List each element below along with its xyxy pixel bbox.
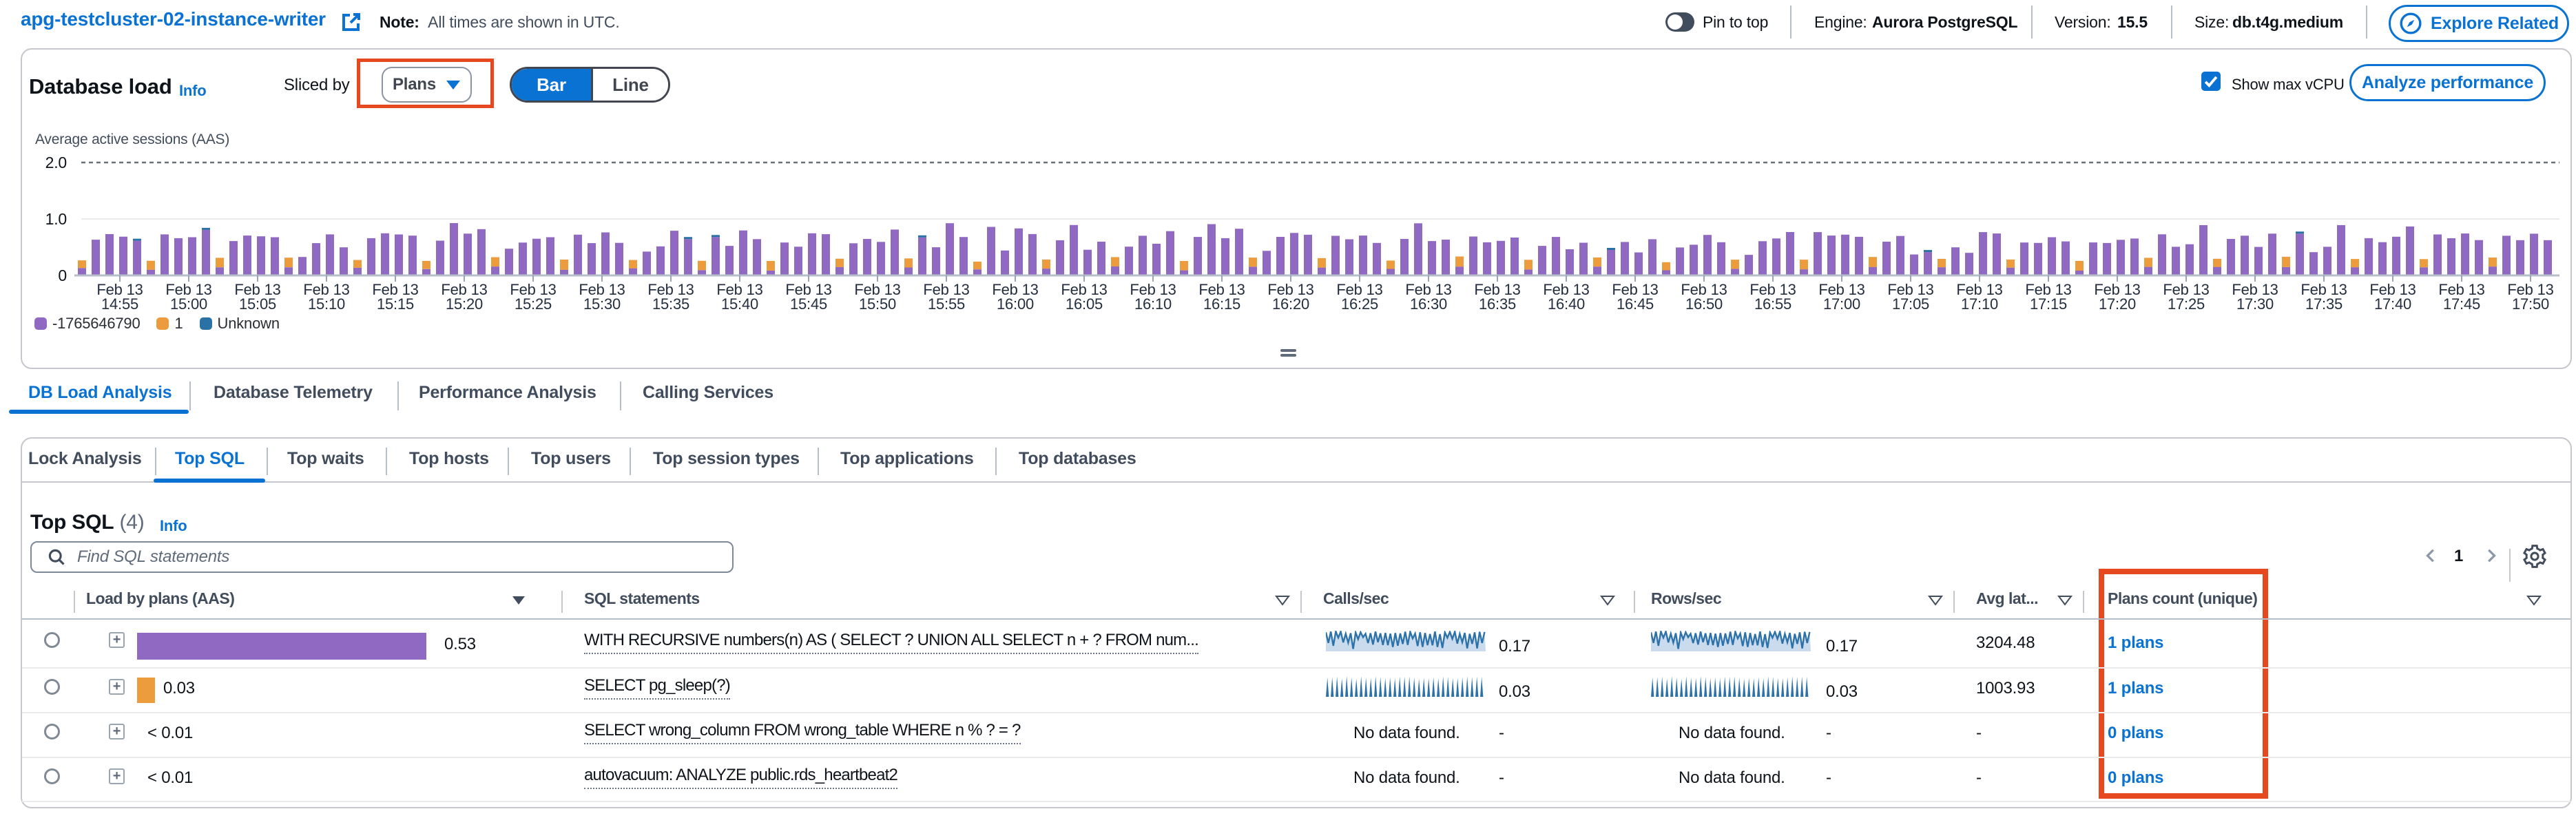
svg-text:17:30: 17:30 (2236, 295, 2274, 313)
svg-text:15:05: 15:05 (239, 295, 276, 313)
svg-text:16:45: 16:45 (1617, 295, 1654, 313)
svg-text:17:10: 17:10 (1961, 295, 1998, 313)
svg-text:17:45: 17:45 (2443, 295, 2480, 313)
svg-text:17:05: 17:05 (1892, 295, 1929, 313)
svg-text:16:20: 16:20 (1272, 295, 1309, 313)
svg-text:17:15: 17:15 (2030, 295, 2067, 313)
svg-text:17:35: 17:35 (2305, 295, 2343, 313)
svg-text:16:55: 16:55 (1754, 295, 1791, 313)
svg-text:16:50: 16:50 (1685, 295, 1723, 313)
svg-text:15:15: 15:15 (377, 295, 414, 313)
svg-text:16:05: 16:05 (1066, 295, 1103, 313)
svg-text:16:40: 16:40 (1548, 295, 1585, 313)
svg-text:15:00: 15:00 (170, 295, 207, 313)
svg-text:17:25: 17:25 (2168, 295, 2205, 313)
svg-text:15:35: 15:35 (652, 295, 689, 313)
svg-text:17:20: 17:20 (2099, 295, 2136, 313)
svg-text:1.0: 1.0 (45, 210, 67, 228)
svg-text:16:25: 16:25 (1341, 295, 1378, 313)
svg-text:16:15: 16:15 (1203, 295, 1240, 313)
svg-text:2.0: 2.0 (45, 154, 67, 171)
svg-text:0: 0 (58, 266, 67, 284)
svg-text:15:45: 15:45 (790, 295, 827, 313)
svg-text:14:55: 14:55 (101, 295, 138, 313)
svg-text:17:00: 17:00 (1823, 295, 1860, 313)
svg-text:15:55: 15:55 (928, 295, 965, 313)
svg-text:15:20: 15:20 (446, 295, 483, 313)
svg-text:15:40: 15:40 (721, 295, 758, 313)
svg-text:17:50: 17:50 (2512, 295, 2549, 313)
svg-text:16:30: 16:30 (1410, 295, 1447, 313)
svg-text:16:10: 16:10 (1134, 295, 1172, 313)
svg-text:15:25: 15:25 (515, 295, 552, 313)
svg-text:17:40: 17:40 (2374, 295, 2411, 313)
svg-text:15:50: 15:50 (859, 295, 896, 313)
svg-text:15:10: 15:10 (308, 295, 345, 313)
svg-text:15:30: 15:30 (583, 295, 621, 313)
svg-text:16:00: 16:00 (997, 295, 1034, 313)
svg-text:16:35: 16:35 (1479, 295, 1516, 313)
